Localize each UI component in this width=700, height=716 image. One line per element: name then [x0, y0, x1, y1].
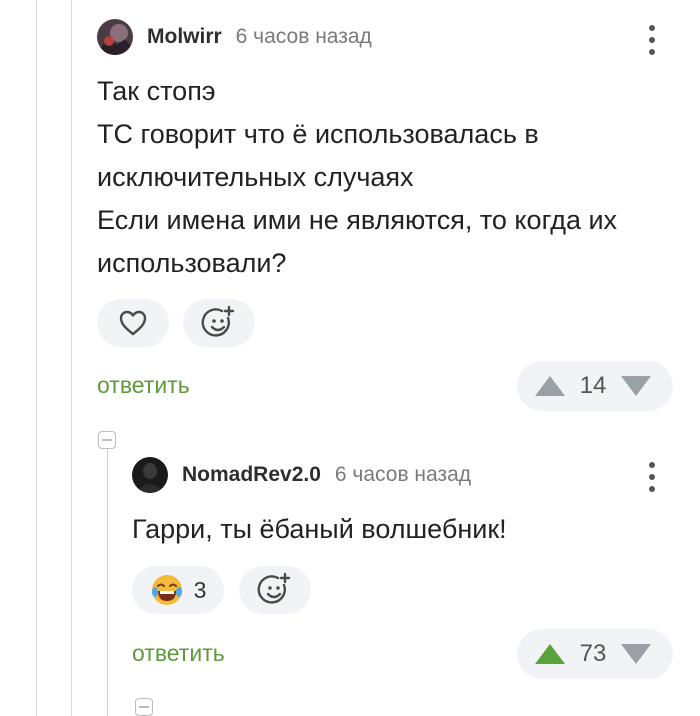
collapse-icon[interactable] [98, 431, 116, 449]
thread-line-reply [107, 448, 108, 716]
comment-body: Гарри, ты ёбаный волшебник! [132, 508, 507, 551]
reply-button[interactable]: ответить [132, 640, 225, 667]
heart-icon [119, 310, 147, 336]
add-emoji-icon [257, 572, 291, 604]
comment-line: исключительных случаях [97, 162, 414, 192]
add-reaction-button[interactable] [239, 566, 311, 614]
comment-body: Так стопэ ТС говорит что ё использовалас… [97, 70, 617, 285]
thread-line-outer [36, 0, 37, 716]
timestamp: 6 часов назад [235, 25, 372, 48]
reaction-count: 3 [193, 576, 207, 603]
add-emoji-icon [201, 305, 235, 337]
downvote-arrow-icon[interactable] [620, 643, 652, 665]
thread-line-mid [71, 0, 72, 716]
rating-count: 73 [579, 640, 607, 667]
rating-control: 14 [517, 361, 673, 411]
avatar[interactable] [97, 19, 133, 55]
collapse-icon[interactable] [135, 698, 153, 716]
upvote-arrow-icon[interactable] [534, 375, 566, 397]
comment-header: Molwirr 6 часов назад [97, 19, 372, 55]
reply-button[interactable]: ответить [97, 372, 190, 399]
laughing-emoji-icon [151, 575, 182, 605]
comment-line: ТС говорит что ё использовалась в [97, 119, 539, 149]
upvote-arrow-icon[interactable] [534, 643, 566, 665]
more-vertical-icon[interactable] [648, 462, 656, 492]
author-name[interactable]: Molwirr [147, 25, 222, 49]
author-name[interactable]: NomadRev2.0 [182, 463, 321, 487]
more-vertical-icon[interactable] [648, 25, 656, 55]
comment-header: NomadRev2.0 6 часов назад [132, 457, 471, 493]
timestamp: 6 часов назад [334, 463, 472, 486]
downvote-arrow-icon[interactable] [620, 375, 652, 397]
comment-line: Так стопэ [97, 76, 216, 106]
comment-line: Гарри, ты ёбаный волшебник! [132, 514, 507, 544]
rating-count: 14 [579, 372, 607, 399]
rating-control: 73 [517, 629, 673, 679]
avatar[interactable] [132, 457, 168, 493]
comment-line: Если имена ими не являются, то когда их [97, 205, 618, 235]
reaction-chip[interactable]: 3 [132, 566, 224, 614]
like-button[interactable] [97, 299, 169, 347]
comment-line: использовали? [97, 248, 287, 278]
add-reaction-button[interactable] [183, 299, 255, 347]
